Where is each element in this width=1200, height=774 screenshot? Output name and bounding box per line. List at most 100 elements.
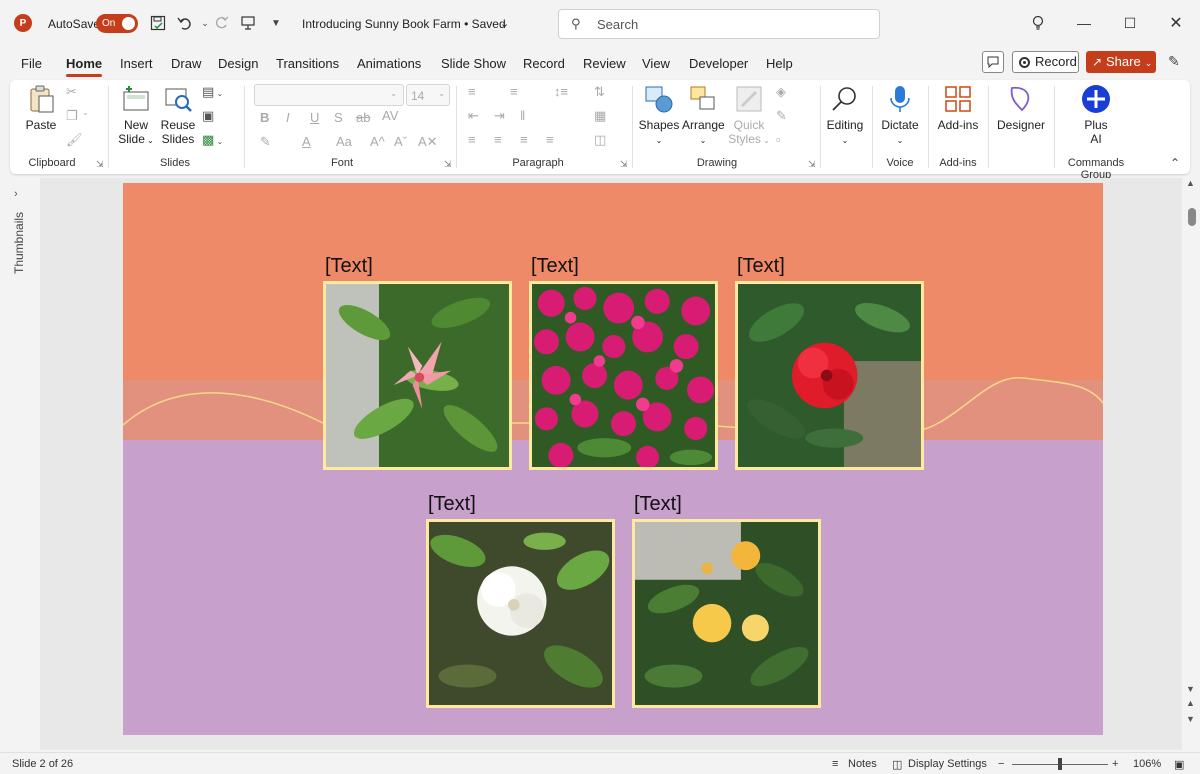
shape-fill-icon[interactable]: ◈ — [776, 84, 786, 100]
new-slide-button[interactable]: New Slide ⌄ — [116, 84, 156, 148]
font-name-select[interactable]: ⌄ — [254, 84, 404, 106]
save-icon[interactable] — [148, 13, 168, 33]
underline-icon[interactable]: U — [310, 110, 319, 125]
photo-white-gardenia[interactable] — [426, 519, 615, 708]
document-title[interactable]: Introducing Sunny Book Farm • Saved — [302, 17, 506, 31]
reuse-slides-button[interactable]: Reuse Slides — [158, 84, 198, 146]
reset-icon[interactable]: ▣ — [202, 108, 214, 124]
add-ins-button[interactable]: Add-ins — [934, 84, 982, 132]
fit-slide-icon[interactable]: ▣ — [1174, 758, 1184, 771]
photo-caption-3[interactable]: [Text] — [737, 255, 785, 278]
comments-button[interactable] — [982, 51, 1004, 73]
photo-caption-4[interactable]: [Text] — [428, 493, 476, 516]
smartart-icon[interactable]: ◫ — [594, 132, 606, 148]
undo-icon[interactable] — [175, 13, 195, 33]
tab-animations[interactable]: Animations — [357, 56, 421, 71]
customize-qat-icon[interactable]: ▼ — [266, 13, 286, 33]
clipboard-launcher-icon[interactable]: ⇲ — [96, 159, 104, 170]
increase-indent-icon[interactable]: ⇥ — [494, 108, 505, 124]
paragraph-launcher-icon[interactable]: ⇲ — [620, 159, 628, 170]
tab-design[interactable]: Design — [218, 56, 258, 71]
scroll-up-icon[interactable]: ▲ — [1186, 178, 1195, 188]
redo-icon[interactable] — [211, 13, 231, 33]
photo-red-hibiscus[interactable] — [735, 281, 924, 470]
copy-dropdown-icon[interactable]: ⌄ — [82, 108, 89, 117]
photo-yellow-ixora[interactable] — [632, 519, 821, 708]
line-spacing-icon[interactable]: ↕≡ — [554, 84, 568, 99]
photo-caption-5[interactable]: [Text] — [634, 493, 682, 516]
decrease-indent-icon[interactable]: ⇤ — [468, 108, 479, 124]
clear-formatting-icon[interactable]: A✕ — [418, 134, 438, 150]
align-right-icon[interactable]: ≡ — [520, 132, 528, 147]
numbering-icon[interactable]: ≡ — [510, 84, 518, 99]
section-icon[interactable]: ▩ ⌄ — [202, 132, 223, 148]
plus-ai-button[interactable]: Plus AI — [1074, 84, 1118, 146]
scrollbar-thumb[interactable] — [1188, 208, 1196, 226]
tab-transitions[interactable]: Transitions — [276, 56, 339, 71]
strikethrough-icon[interactable]: ab — [356, 110, 370, 125]
slide[interactable]: [Text] [Text] [Text] [Text] [Text] — [123, 183, 1103, 735]
autosave-toggle[interactable]: On — [96, 14, 138, 33]
shape-effects-icon[interactable]: ▫ — [776, 132, 781, 147]
paste-button[interactable]: Paste — [24, 84, 58, 132]
grow-font-icon[interactable]: A^ — [370, 134, 385, 149]
columns-icon[interactable]: ‖ — [520, 108, 525, 123]
tab-view[interactable]: View — [642, 56, 670, 71]
italic-icon[interactable]: I — [286, 110, 290, 125]
close-icon[interactable]: ✕ — [1164, 12, 1188, 34]
notes-button[interactable]: Notes — [848, 758, 877, 770]
display-settings-icon[interactable]: ◫ — [892, 758, 902, 771]
notes-icon[interactable]: ≡ — [832, 758, 838, 770]
dictate-button[interactable]: Dictate ⌄ — [878, 84, 922, 148]
highlight-icon[interactable]: ✎ — [260, 134, 271, 150]
tab-developer[interactable]: Developer — [689, 56, 748, 71]
thumbnails-pane[interactable]: › Thumbnails — [0, 178, 40, 750]
shadow-icon[interactable]: S — [334, 110, 343, 125]
font-launcher-icon[interactable]: ⇲ — [444, 159, 452, 170]
tab-insert[interactable]: Insert — [120, 56, 153, 71]
change-case-icon[interactable]: Aa — [336, 134, 352, 149]
align-text-icon[interactable]: ▦ — [594, 108, 606, 124]
editing-button[interactable]: Editing ⌄ — [824, 84, 866, 148]
record-button[interactable]: Record — [1012, 51, 1079, 73]
coauthor-pen-icon[interactable]: ✎ — [1168, 53, 1180, 70]
bullets-icon[interactable]: ≡ — [468, 84, 476, 99]
tab-slide-show[interactable]: Slide Show — [441, 56, 506, 71]
tab-review[interactable]: Review — [583, 56, 626, 71]
photo-pink-lily[interactable] — [323, 281, 512, 470]
shrink-font-icon[interactable]: Aˇ — [394, 134, 407, 149]
tab-draw[interactable]: Draw — [171, 56, 201, 71]
tab-record[interactable]: Record — [523, 56, 565, 71]
arrange-button[interactable]: Arrange ⌄ — [682, 84, 725, 148]
next-slide-icon[interactable]: ▼ — [1186, 714, 1195, 724]
drawing-launcher-icon[interactable]: ⇲ — [808, 159, 816, 170]
photo-magenta-bougainvillea[interactable] — [529, 281, 718, 470]
font-size-select[interactable]: 14 ⌄ — [406, 84, 450, 106]
quick-styles-button[interactable]: Quick Styles ⌄ — [728, 84, 770, 148]
text-direction-icon[interactable]: ⇅ — [594, 84, 605, 100]
maximize-icon[interactable]: ☐ — [1118, 12, 1142, 34]
search-box[interactable]: ⚲ Search — [558, 9, 880, 39]
zoom-in-icon[interactable]: + — [1112, 758, 1118, 770]
layout-icon[interactable]: ▤ ⌄ — [202, 84, 223, 100]
shape-outline-icon[interactable]: ✎ — [776, 108, 787, 124]
photo-caption-1[interactable]: [Text] — [325, 255, 373, 278]
chevron-down-icon[interactable]: ⌄ — [500, 17, 509, 30]
tab-file[interactable]: File — [21, 56, 42, 71]
designer-button[interactable]: Designer — [994, 84, 1048, 132]
cut-icon[interactable]: ✂ — [66, 84, 77, 100]
collapse-ribbon-icon[interactable]: ⌃ — [1170, 156, 1180, 170]
minimize-icon[interactable]: — — [1072, 12, 1096, 34]
share-button[interactable]: ↗ Share ⌄ — [1086, 51, 1156, 73]
tab-home[interactable]: Home — [66, 56, 103, 77]
zoom-level[interactable]: 106% — [1133, 758, 1161, 770]
display-settings-button[interactable]: Display Settings — [908, 758, 987, 770]
format-painter-icon[interactable]: 🖌 — [66, 132, 83, 148]
copy-icon[interactable]: ❐ — [66, 108, 78, 124]
photo-caption-2[interactable]: [Text] — [531, 255, 579, 278]
previous-slide-icon[interactable]: ▲ — [1186, 698, 1195, 708]
bold-icon[interactable]: B — [260, 110, 269, 125]
justify-icon[interactable]: ≡ — [546, 132, 554, 147]
vertical-scrollbar[interactable]: ▲ ▼ ▲ ▼ — [1182, 178, 1200, 750]
zoom-out-icon[interactable]: − — [998, 758, 1004, 770]
